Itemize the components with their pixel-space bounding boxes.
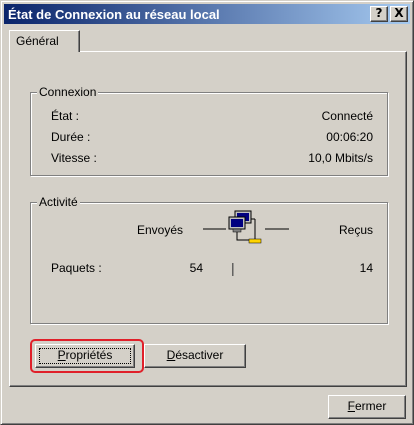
properties-highlight [30, 339, 144, 373]
packets-separator: | [231, 260, 235, 276]
title-bar[interactable]: État de Connexion au réseau local ? X [4, 4, 410, 24]
speed-label: Vitesse : [51, 151, 97, 165]
packets-label: Paquets : [51, 261, 102, 275]
close-label: ermer [355, 399, 387, 413]
connexion-legend: Connexion [37, 85, 99, 99]
duration-value: 00:06:20 [326, 130, 373, 144]
title-buttons: ? X [370, 6, 408, 22]
status-row: État : Connecté [51, 109, 373, 125]
close-dialog-button[interactable]: Fermer [328, 395, 406, 419]
close-button[interactable]: X [390, 6, 408, 22]
tab-panel-general: Connexion État : Connecté Durée : 00:06:… [9, 51, 407, 387]
help-button[interactable]: ? [370, 6, 388, 22]
close-accelerator: F [347, 399, 355, 413]
packets-sent-value: 54 [189, 261, 203, 275]
disable-button[interactable]: Désactiver [144, 344, 246, 368]
disable-label: ésactiver [175, 348, 224, 362]
packets-received-value: 14 [359, 261, 373, 275]
speed-value: 10,0 Mbits/s [308, 151, 373, 165]
network-activity-icon [203, 210, 289, 244]
duration-row: Durée : 00:06:20 [51, 130, 373, 146]
window-title: État de Connexion au réseau local [8, 6, 220, 22]
received-label: Reçus [338, 223, 373, 237]
speed-row: Vitesse : 10,0 Mbits/s [51, 151, 373, 167]
status-value: Connecté [321, 109, 373, 123]
connection-status-dialog: État de Connexion au réseau local ? X Gé… [0, 0, 414, 425]
activite-legend: Activité [37, 195, 80, 209]
sent-label: Envoyés [137, 223, 184, 237]
tab-general[interactable]: Général [9, 30, 80, 52]
activite-group: Activité Envoyés Reçus Paquets: 54 | 14 [30, 195, 388, 324]
duration-label: Durée : [51, 130, 91, 144]
status-label: État : [51, 109, 80, 123]
connexion-group: Connexion État : Connecté Durée : 00:06:… [30, 85, 388, 176]
disable-accelerator: D [166, 348, 176, 362]
